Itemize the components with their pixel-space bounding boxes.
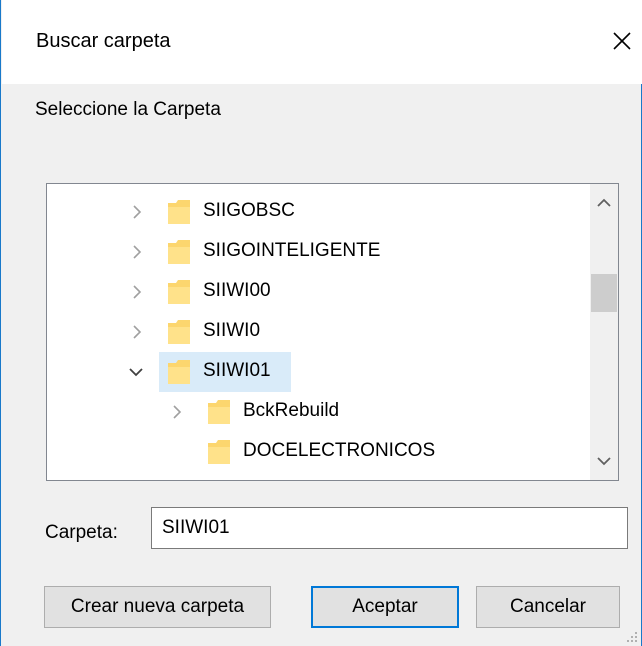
scroll-thumb[interactable] — [591, 274, 617, 312]
close-button[interactable] — [602, 16, 642, 66]
vertical-scrollbar[interactable] — [590, 184, 618, 480]
tree-item-label — [239, 476, 247, 480]
tree-item-label: SIIGOBSC — [203, 200, 295, 221]
chevron-right-icon[interactable] — [130, 205, 144, 219]
tree-item-label: DOCELECTRONICOS — [243, 440, 436, 461]
tree-item-label: SIIGOINTELIGENTE — [203, 240, 381, 261]
tree-item-selected[interactable]: SIIWI01 — [47, 352, 587, 392]
tree-item[interactable] — [47, 472, 587, 480]
accept-button[interactable]: Aceptar — [311, 586, 459, 628]
scroll-up-button[interactable] — [590, 188, 618, 218]
cancel-button[interactable]: Cancelar — [476, 586, 620, 628]
folder-icon — [167, 198, 191, 226]
tree-item-label: BckRebuild — [243, 400, 340, 421]
tree-item[interactable]: SIIGOINTELIGENTE — [47, 232, 587, 272]
chevron-up-icon — [597, 198, 611, 207]
title-bar: Buscar carpeta — [2, 0, 642, 84]
scroll-down-button[interactable] — [590, 446, 618, 476]
browse-folder-dialog: Buscar carpeta Seleccione la Carpeta SII… — [0, 0, 642, 646]
folder-icon — [167, 278, 191, 306]
folder-tree[interactable]: SIIGOBSC SIIGOINTELIGENTE SIIWI00 SIIWI0… — [46, 183, 619, 481]
folder-icon — [167, 318, 191, 346]
tree-item[interactable]: SIIGOBSC — [47, 192, 587, 232]
tree-item[interactable]: BckRebuild — [47, 392, 587, 432]
tree-item-label: SIIWI01 — [203, 360, 271, 381]
resize-grip-icon[interactable] — [626, 631, 638, 643]
chevron-right-icon[interactable] — [170, 405, 184, 419]
tree-item-label: SIIWI00 — [203, 280, 271, 301]
new-folder-button[interactable]: Crear nueva carpeta — [44, 586, 271, 628]
chevron-down-icon[interactable] — [129, 365, 143, 379]
tree-item-label: SIIWI0 — [203, 320, 261, 341]
tree-item[interactable]: SIIWI00 — [47, 272, 587, 312]
dialog-prompt: Seleccione la Carpeta — [35, 99, 221, 120]
folder-icon — [207, 478, 231, 480]
folder-icon — [207, 438, 231, 466]
folder-icon — [167, 358, 191, 386]
dialog-title: Buscar carpeta — [36, 30, 171, 52]
folder-icon — [207, 398, 231, 426]
folder-name-input[interactable] — [151, 507, 628, 549]
chevron-right-icon[interactable] — [130, 285, 144, 299]
folder-icon — [167, 238, 191, 266]
chevron-right-icon[interactable] — [130, 245, 144, 259]
close-icon — [613, 32, 631, 50]
chevron-right-icon[interactable] — [130, 325, 144, 339]
chevron-down-icon — [597, 457, 611, 466]
tree-item[interactable]: DOCELECTRONICOS — [47, 432, 587, 472]
folder-field-label: Carpeta: — [45, 522, 118, 543]
tree-item[interactable]: SIIWI0 — [47, 312, 587, 352]
